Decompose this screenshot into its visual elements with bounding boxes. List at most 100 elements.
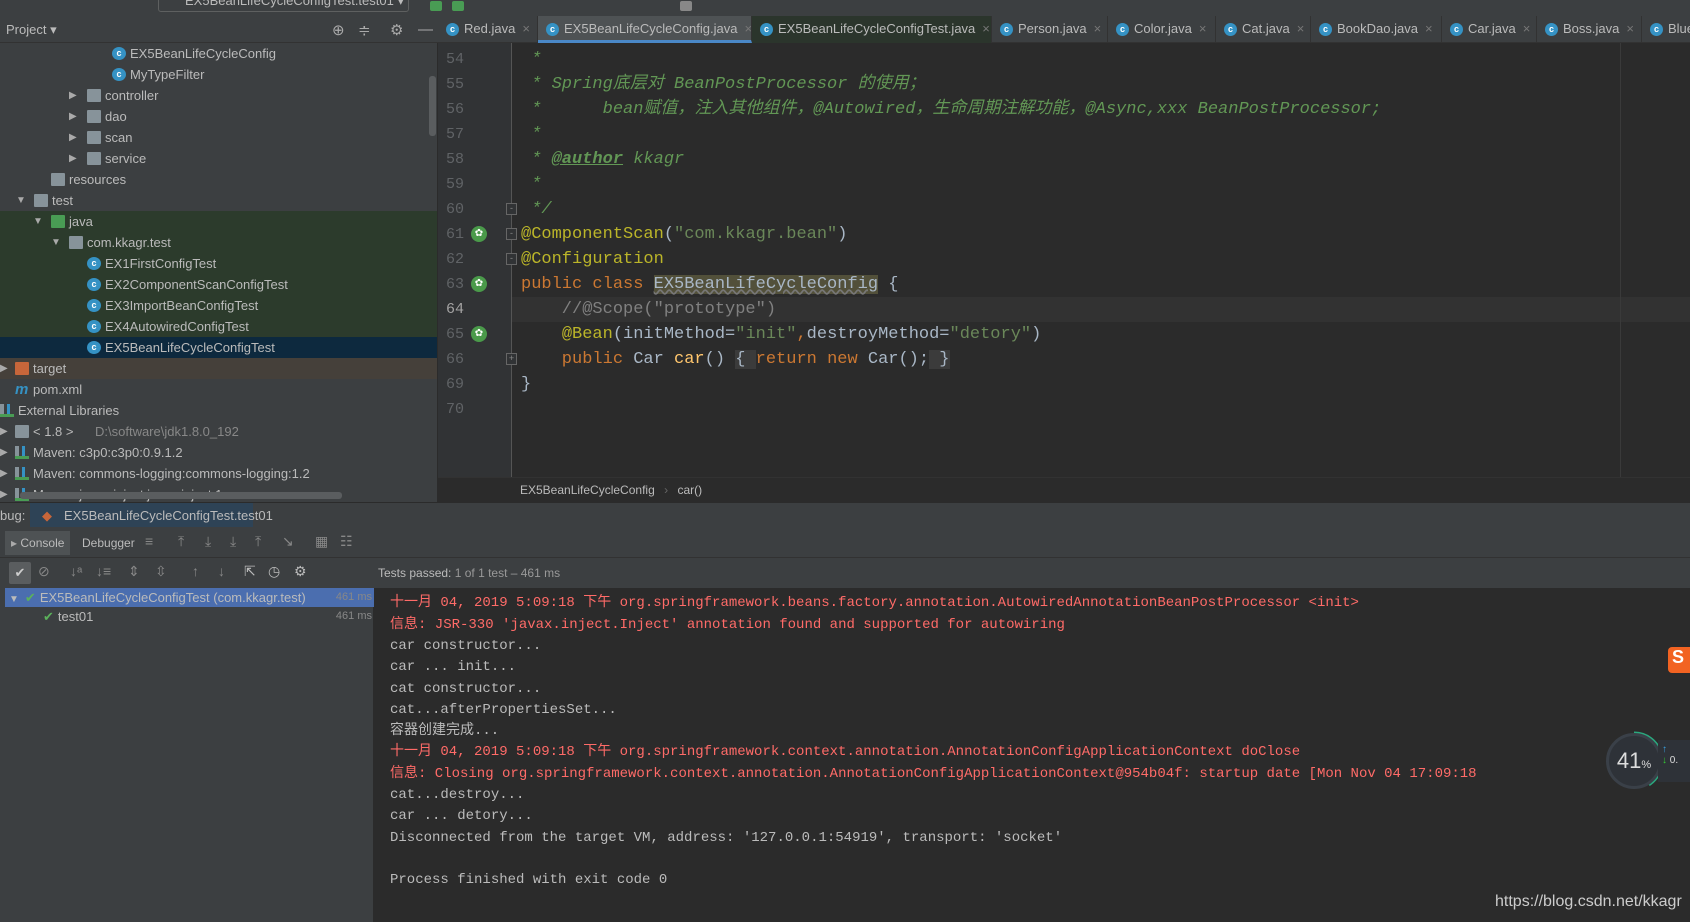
export-icon[interactable]: ⇱	[244, 563, 256, 580]
step-over-icon[interactable]: ⤓	[205, 533, 211, 550]
expand-all-icon[interactable]: ⇕	[128, 563, 140, 580]
close-tab-icon[interactable]: ×	[982, 21, 990, 36]
fold-collapse-icon[interactable]: -	[506, 203, 517, 215]
tree-item[interactable]: c EX1FirstConfigTest	[0, 253, 437, 274]
tab-ex5beanlifecycleconfig-java[interactable]: c EX5BeanLifeCycleConfig.java ×	[538, 16, 752, 43]
close-tab-icon[interactable]: ×	[1094, 21, 1102, 36]
history-icon[interactable]: ◷	[268, 563, 280, 580]
tree-item[interactable]: c EX5BeanLifeCycleConfig	[0, 43, 437, 64]
tree-item[interactable]: ▼ test	[0, 190, 437, 211]
tree-item[interactable]: ▶ target	[0, 358, 437, 379]
test-result-row[interactable]: ▼ ✔ EX5BeanLifeCycleConfigTest (com.kkagr.…	[5, 588, 374, 607]
tab-red-java[interactable]: c Red.java ×	[438, 16, 538, 43]
show-passed-icon[interactable]: ✔	[9, 562, 31, 584]
breadcrumb-class[interactable]: EX5BeanLifeCycleConfig	[520, 483, 655, 497]
collapsed-arrow-icon[interactable]: ▶	[0, 358, 8, 379]
close-tab-icon[interactable]: ×	[1626, 21, 1634, 36]
close-tab-icon[interactable]: ×	[1297, 21, 1305, 36]
search-icon[interactable]	[680, 1, 692, 11]
close-tab-icon[interactable]: ×	[744, 21, 751, 36]
spring-bean-icon[interactable]: ✿	[471, 326, 487, 342]
close-tab-icon[interactable]: ×	[1425, 21, 1433, 36]
tree-item[interactable]: External Libraries	[0, 400, 437, 421]
fold-expand-icon[interactable]: +	[506, 353, 517, 365]
evaluate-icon[interactable]: ▦	[315, 533, 328, 550]
tab-car-java[interactable]: c Car.java ×	[1442, 16, 1537, 43]
tree-item[interactable]: c EX3ImportBeanConfigTest	[0, 295, 437, 316]
tree-item[interactable]: c MyTypeFilter	[0, 64, 437, 85]
tab-bookdao-java[interactable]: c BookDao.java ×	[1311, 16, 1442, 43]
collapsed-arrow-icon[interactable]: ▶	[0, 421, 8, 442]
collapsed-arrow-icon[interactable]: ▶	[69, 85, 77, 106]
chevron-down-icon[interactable]: ▾	[50, 22, 57, 37]
library-icon	[15, 446, 29, 459]
collapse-all-tests-icon[interactable]: ⇳	[155, 563, 167, 580]
project-tree-scrollbar[interactable]	[429, 76, 436, 136]
collapsed-arrow-icon[interactable]: ▶	[69, 148, 77, 169]
sort-by-duration-icon[interactable]: ↓≡	[96, 563, 111, 579]
previous-failed-icon[interactable]: ↑	[192, 563, 199, 579]
tree-item[interactable]: ▶ service	[0, 148, 437, 169]
tree-item[interactable]: resources	[0, 169, 437, 190]
cpu-usage-widget[interactable]: 41%	[1606, 733, 1662, 789]
tree-item[interactable]: ▶ scan	[0, 127, 437, 148]
project-view-selector[interactable]: Project	[6, 22, 46, 37]
show-ignored-icon[interactable]: ⊘	[38, 563, 50, 580]
project-tree-horizontal-scrollbar[interactable]	[20, 492, 342, 499]
close-tab-icon[interactable]: ×	[522, 21, 530, 36]
expanded-arrow-icon[interactable]: ▼	[16, 190, 26, 211]
tree-item[interactable]: c EX4AutowiredConfigTest	[0, 316, 437, 337]
test-result-row[interactable]: ✔ test01 461 ms	[5, 607, 374, 626]
collapsed-arrow-icon[interactable]: ▶	[69, 127, 77, 148]
locate-icon[interactable]: ⊕	[332, 21, 345, 39]
console-output[interactable]: 信息: Overriding bean definition for bean …	[375, 588, 1690, 922]
tree-item[interactable]: ▼ com.kkagr.test	[0, 232, 437, 253]
fold-collapse-icon[interactable]: -	[506, 253, 517, 265]
show-execution-point-icon[interactable]: ⤒	[178, 533, 184, 550]
breadcrumb-method[interactable]: car()	[677, 483, 702, 497]
step-out-icon[interactable]: ⤒	[255, 533, 261, 550]
tree-item[interactable]: ▶ < 1.8 > D:\software\jdk1.8.0_192	[0, 421, 437, 442]
tree-item[interactable]: m pom.xml	[0, 379, 437, 400]
next-failed-icon[interactable]: ↓	[218, 563, 225, 579]
tree-item[interactable]: ▶ Maven: c3p0:c3p0:0.9.1.2	[0, 442, 437, 463]
run-to-cursor-icon[interactable]: ↘	[282, 533, 294, 550]
tab-cat-java[interactable]: c Cat.java ×	[1216, 16, 1311, 43]
tree-item[interactable]: ▶ Maven: commons-logging:commons-logging:…	[0, 463, 437, 484]
tree-item[interactable]: ▶ controller	[0, 85, 437, 106]
spring-scan-icon[interactable]: ✿	[471, 226, 487, 242]
spring-bean-class-icon[interactable]: ✿	[471, 276, 487, 292]
gear-icon[interactable]: ⚙	[294, 563, 307, 580]
tab-color-java[interactable]: c Color.java ×	[1108, 16, 1216, 43]
tab-boss-java[interactable]: c Boss.java ×	[1537, 16, 1642, 43]
debug-icon[interactable]	[452, 1, 464, 11]
expanded-arrow-icon[interactable]: ▼	[9, 594, 19, 605]
tree-item[interactable]: ▶ dao	[0, 106, 437, 127]
collapsed-arrow-icon[interactable]: ▶	[0, 442, 8, 463]
expanded-arrow-icon[interactable]: ▼	[51, 232, 61, 253]
trace-icon[interactable]: ☷	[340, 533, 353, 550]
tab-ex5beanlifecycleconfigtest-java[interactable]: c EX5BeanLifeCycleConfigTest.java ×	[752, 16, 992, 43]
run-icon[interactable]	[430, 1, 442, 11]
run-configuration-dropdown[interactable]: EX5BeanLifeCycleConfigTest.test01 ▾	[158, 0, 409, 12]
menu-icon[interactable]: ≡	[145, 533, 153, 549]
gear-icon[interactable]: ⚙	[390, 21, 403, 39]
collapsed-arrow-icon[interactable]: ▶	[0, 463, 8, 484]
expanded-arrow-icon[interactable]: ▼	[33, 211, 43, 232]
hide-icon[interactable]: —	[418, 21, 433, 38]
fold-collapse-icon[interactable]: -	[506, 228, 517, 240]
sort-alphabetically-icon[interactable]: ↓ᵃ	[70, 563, 82, 579]
tree-item[interactable]: c EX2ComponentScanConfigTest	[0, 274, 437, 295]
tab-console[interactable]: ▸ Console	[5, 531, 71, 555]
tree-item[interactable]: c EX5BeanLifeCycleConfigTest	[0, 337, 437, 358]
close-tab-icon[interactable]: ×	[1199, 21, 1207, 36]
tab-blue[interactable]: c Blue	[1642, 16, 1690, 43]
debug-session-tab[interactable]: ◆ EX5BeanLifeCycleConfigTest.test01 ×	[30, 503, 273, 548]
collapse-all-icon[interactable]: ≑	[358, 21, 371, 39]
step-into-icon[interactable]: ⤓	[230, 533, 236, 550]
close-tab-icon[interactable]: ×	[1523, 21, 1531, 36]
tree-item[interactable]: ▼ java	[0, 211, 437, 232]
tab-debugger[interactable]: Debugger	[78, 531, 139, 555]
collapsed-arrow-icon[interactable]: ▶	[69, 106, 77, 127]
tab-person-java[interactable]: c Person.java ×	[992, 16, 1108, 43]
